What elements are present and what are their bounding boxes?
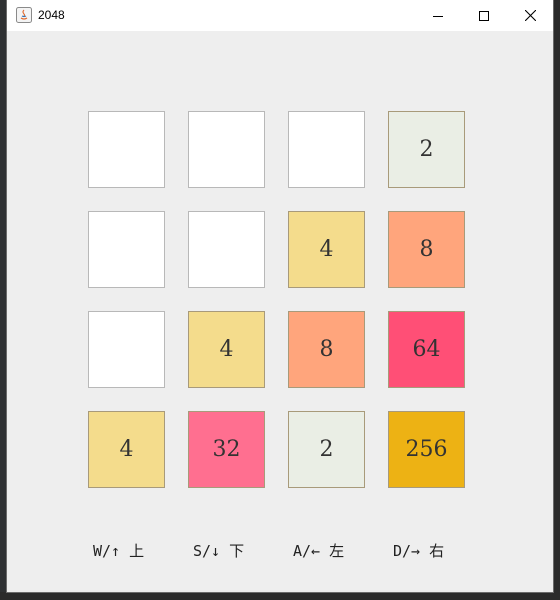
control-right: D/→ 右 [393, 542, 445, 560]
maximize-icon [479, 10, 489, 21]
tile-2: 2 [288, 411, 365, 488]
minimize-button[interactable] [415, 0, 461, 31]
close-button[interactable] [507, 0, 553, 31]
control-down: S/↓ 下 [193, 542, 245, 560]
tile-4: 4 [188, 311, 265, 388]
tile-empty [188, 211, 265, 288]
game-board: 2 4 8 4 8 64 4 32 2 256 [88, 111, 468, 491]
tile-empty [88, 211, 165, 288]
minimize-icon [433, 15, 443, 17]
game-window: 2048 2 4 8 4 8 64 4 32 2 256 W/↑ 上 S/↓ 下 A/← 左 D/… [7, 0, 553, 592]
tile-empty [188, 111, 265, 188]
tile-empty [288, 111, 365, 188]
control-left: A/← 左 [293, 542, 345, 560]
close-icon [524, 10, 536, 21]
window-title: 2048 [38, 8, 65, 22]
tile-32: 32 [188, 411, 265, 488]
tile-4: 4 [88, 411, 165, 488]
title-bar[interactable]: 2048 [7, 0, 553, 31]
tile-2: 2 [388, 111, 465, 188]
tile-8: 8 [388, 211, 465, 288]
tile-empty [88, 111, 165, 188]
tile-256: 256 [388, 411, 465, 488]
control-up: W/↑ 上 [93, 542, 145, 560]
tile-4: 4 [288, 211, 365, 288]
tile-64: 64 [388, 311, 465, 388]
background-ide-bottom [0, 592, 560, 600]
tile-8: 8 [288, 311, 365, 388]
maximize-button[interactable] [461, 0, 507, 31]
controls-hint: W/↑ 上 S/↓ 下 A/← 左 D/→ 右 [7, 540, 553, 562]
background-ide-right [552, 0, 560, 600]
java-app-icon [16, 7, 32, 23]
tile-empty [88, 311, 165, 388]
